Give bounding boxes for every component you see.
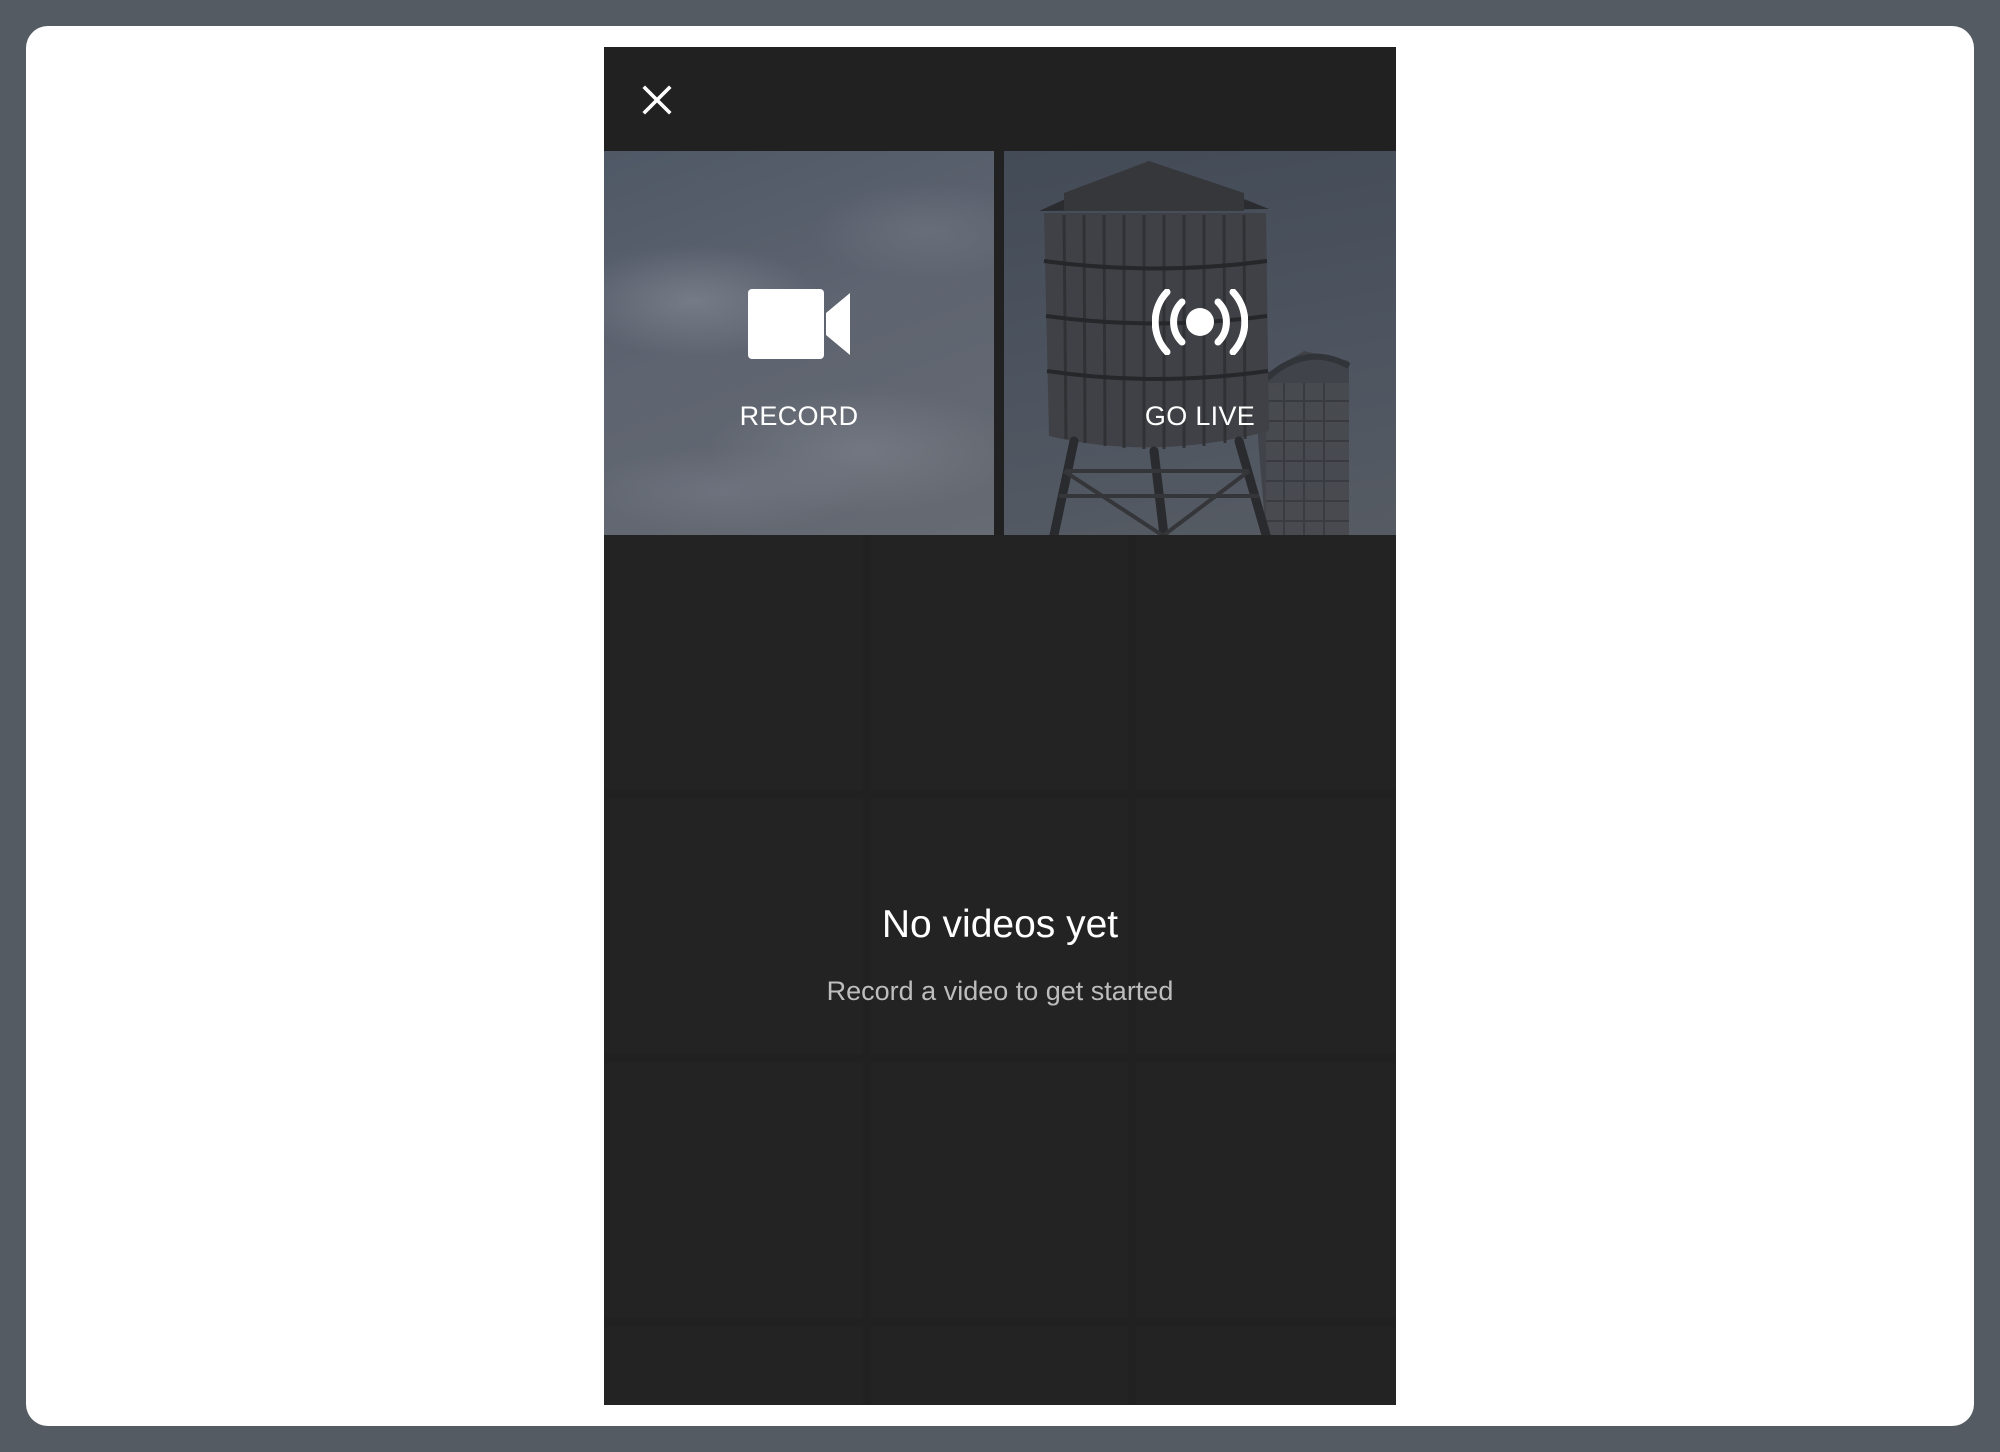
go-live-tile[interactable]: GO LIVE <box>1004 151 1396 535</box>
screenshot-frame: RECORD GO LIVE No videos yet Record a vi… <box>26 26 1974 1426</box>
create-video-screen: RECORD GO LIVE No videos yet Record a vi… <box>604 47 1396 1405</box>
close-button[interactable] <box>634 77 680 123</box>
video-camera-icon <box>748 289 850 359</box>
empty-state-title: No videos yet <box>881 903 1119 946</box>
create-options: RECORD GO LIVE <box>604 151 1396 535</box>
top-app-bar <box>604 47 1396 151</box>
empty-state-subtitle: Record a video to get started <box>826 976 1174 1006</box>
record-tile[interactable]: RECORD <box>604 151 994 535</box>
go-live-label: GO LIVE <box>1144 401 1256 431</box>
record-label: RECORD <box>739 401 859 431</box>
empty-state: No videos yet Record a video to get star… <box>604 900 1396 1008</box>
close-icon <box>642 85 672 115</box>
live-broadcast-icon <box>1152 289 1248 355</box>
